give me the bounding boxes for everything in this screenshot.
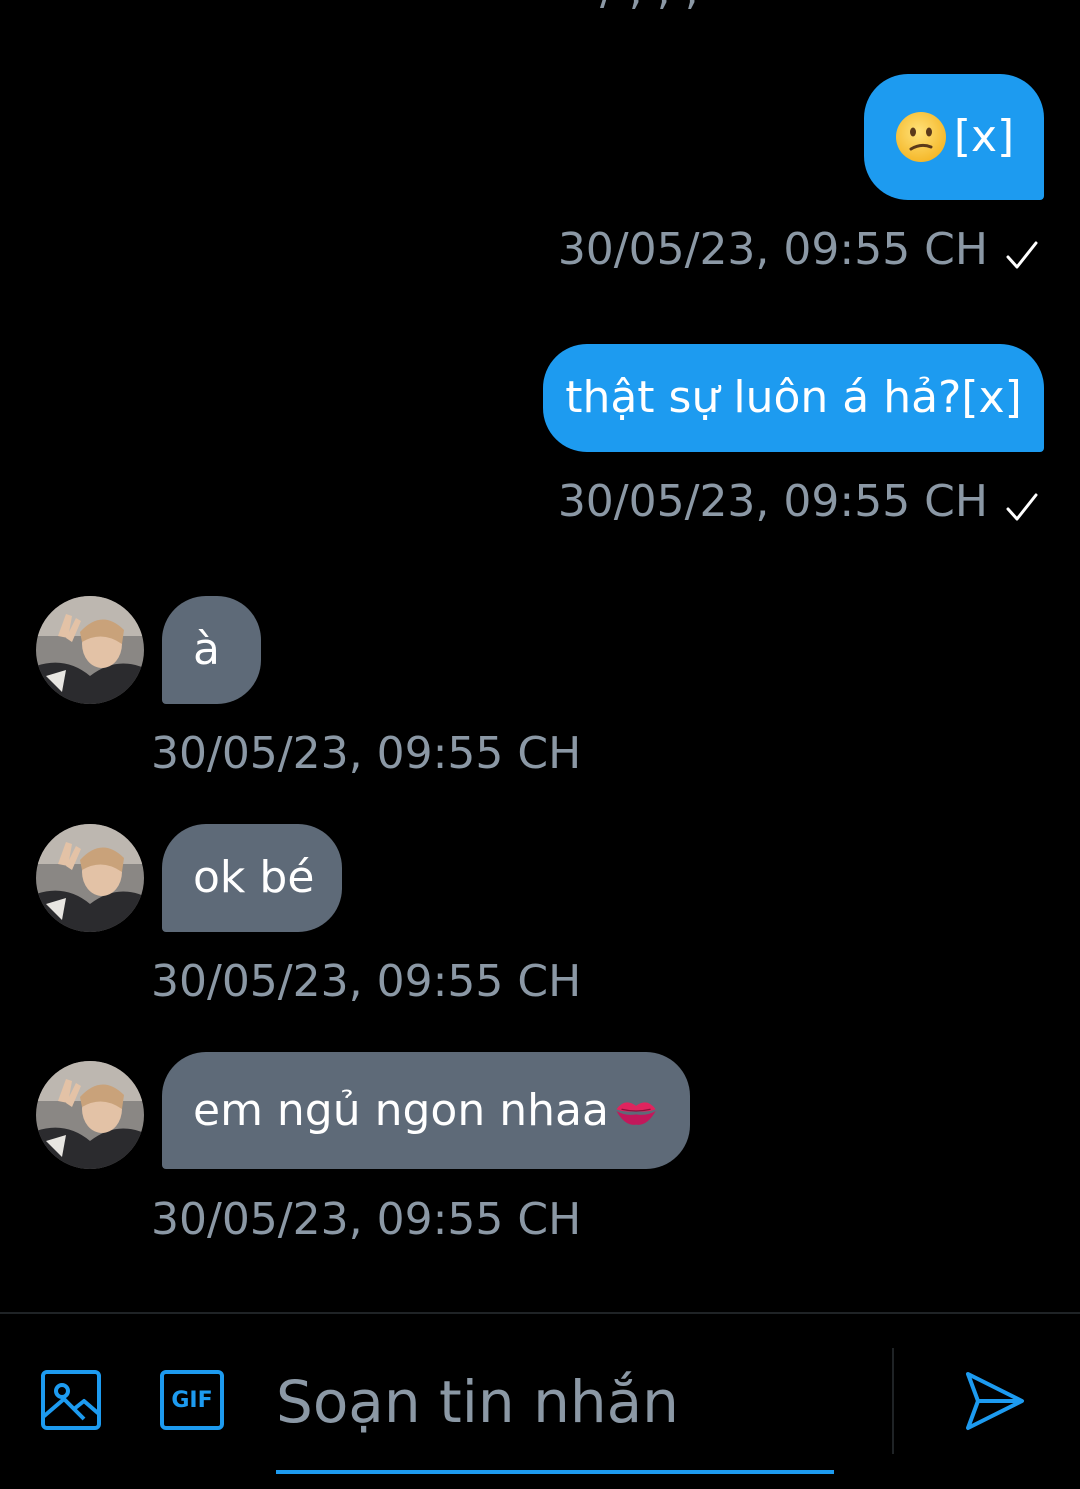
message-timestamp: 30/05/23, 09:55 CH bbox=[557, 224, 988, 275]
message-timestamp: 30/05/23, 09:55 CH bbox=[151, 728, 582, 779]
avatar[interactable] bbox=[36, 1061, 144, 1169]
previous-timestamp-fragment: / , , , bbox=[0, 0, 1080, 14]
message-bubble-incoming[interactable]: à bbox=[162, 596, 261, 704]
gif-label: GIF bbox=[171, 1387, 213, 1413]
message-text: thật sự luôn á hả?[x] bbox=[565, 372, 1022, 423]
message-text: [x] bbox=[953, 111, 1015, 162]
send-icon[interactable] bbox=[964, 1370, 1026, 1432]
message-timestamp: 30/05/23, 09:55 CH bbox=[557, 476, 988, 527]
gif-icon[interactable]: GIF bbox=[160, 1370, 224, 1430]
message-text: à bbox=[193, 624, 220, 675]
avatar[interactable] bbox=[36, 824, 144, 932]
message-text: em ngủ ngon nhaa bbox=[193, 1084, 609, 1136]
avatar[interactable] bbox=[36, 596, 144, 704]
message-bubble-outgoing[interactable]: [x] bbox=[864, 74, 1044, 200]
message-text: ok bé bbox=[193, 852, 315, 903]
check-icon bbox=[1006, 493, 1038, 521]
message-bubble-incoming[interactable]: em ngủ ngon nhaa bbox=[162, 1052, 690, 1169]
message-bubble-incoming[interactable]: ok bé bbox=[162, 824, 342, 932]
image-icon[interactable] bbox=[40, 1369, 102, 1431]
kiss-mark-icon bbox=[616, 1101, 656, 1125]
message-timestamp: 30/05/23, 09:55 CH bbox=[151, 956, 582, 1007]
composer-divider bbox=[0, 1312, 1080, 1314]
check-icon bbox=[1006, 241, 1038, 269]
message-input[interactable] bbox=[276, 1360, 834, 1444]
confused-face-emoji bbox=[895, 112, 946, 162]
input-underline bbox=[276, 1470, 834, 1474]
message-bubble-outgoing[interactable]: thật sự luôn á hả?[x] bbox=[543, 344, 1044, 452]
message-timestamp: 30/05/23, 09:55 CH bbox=[151, 1194, 582, 1245]
send-divider bbox=[892, 1348, 894, 1454]
